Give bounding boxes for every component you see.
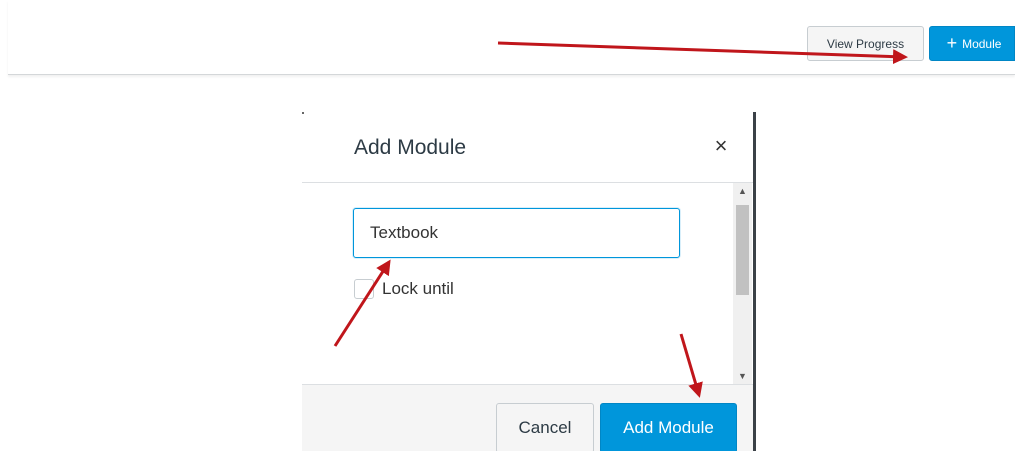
scroll-up-icon[interactable]: ▲ bbox=[733, 183, 752, 199]
dialog-header: Add Module × bbox=[302, 112, 753, 183]
lock-until-label: Lock until bbox=[382, 279, 454, 298]
dialog-footer: Cancel Add Module bbox=[302, 384, 753, 451]
dialog-body: Lock until bbox=[302, 183, 753, 384]
scroll-down-icon[interactable]: ▼ bbox=[733, 368, 752, 384]
cancel-button[interactable]: Cancel bbox=[496, 403, 594, 451]
module-name-input[interactable] bbox=[353, 208, 680, 258]
add-module-toolbar-button[interactable]: + Module bbox=[929, 26, 1015, 61]
view-progress-label: View Progress bbox=[826, 36, 905, 51]
view-progress-button[interactable]: View Progress bbox=[807, 26, 924, 61]
dialog-scrollbar[interactable]: ▲ ▼ bbox=[733, 183, 752, 384]
scrollbar-thumb[interactable] bbox=[736, 205, 749, 295]
add-module-dialog: Add Module × Lock until ▲ ▼ Cancel Add M… bbox=[302, 112, 756, 451]
page: View Progress + Module Add Module × Lock… bbox=[0, 0, 1015, 451]
lock-until-row: Lock until bbox=[354, 279, 454, 299]
add-module-submit-button[interactable]: Add Module bbox=[600, 403, 737, 451]
plus-icon: + bbox=[946, 32, 958, 53]
modules-toolbar: View Progress + Module bbox=[8, 0, 1015, 75]
close-icon[interactable]: × bbox=[709, 133, 733, 158]
dialog-title: Add Module bbox=[354, 136, 467, 159]
lock-until-checkbox[interactable] bbox=[354, 279, 374, 299]
add-module-toolbar-label: Module bbox=[962, 36, 1002, 51]
